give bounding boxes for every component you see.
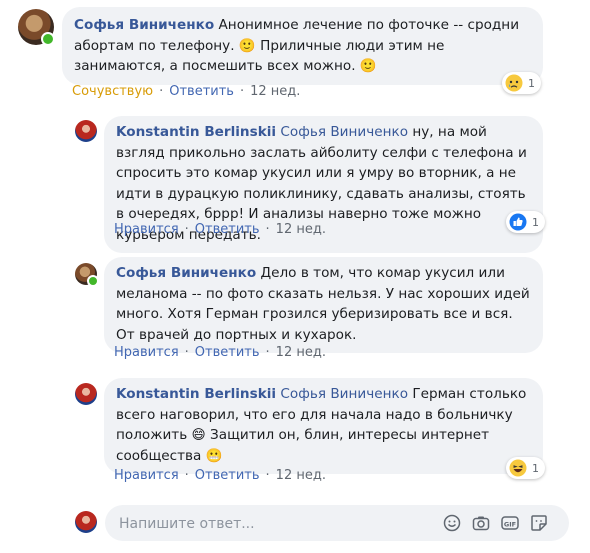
avatar xyxy=(75,511,97,533)
sad-reaction-icon xyxy=(505,74,523,92)
like-button[interactable]: Нравится xyxy=(114,345,179,360)
comment-author[interactable]: Софья Виниченко xyxy=(74,17,214,33)
svg-text:GIF: GIF xyxy=(504,520,516,528)
avatar[interactable] xyxy=(75,383,97,405)
comment-actions: Сочувствую · Ответить · 12 нед. xyxy=(72,84,301,99)
like-button[interactable]: Нравится xyxy=(114,222,179,237)
reply-button[interactable]: Ответить xyxy=(169,84,234,99)
comment-actions: Нравится · Ответить · 12 нед. xyxy=(114,345,326,360)
online-indicator xyxy=(87,275,99,287)
sticker-icon[interactable] xyxy=(530,514,548,532)
avatar[interactable] xyxy=(75,120,97,142)
comment-bubble: Софья Виниченко Анонимное лечение по фот… xyxy=(62,7,543,85)
reply-button[interactable]: Ответить xyxy=(195,345,260,360)
timestamp[interactable]: 12 нед. xyxy=(276,468,326,483)
reaction-count-value: 1 xyxy=(532,215,539,229)
haha-reaction-icon xyxy=(509,459,527,477)
comment-actions: Нравится · Ответить · 12 нед. xyxy=(114,468,326,483)
reaction-button[interactable]: Сочувствую xyxy=(72,84,153,99)
reaction-count-value: 1 xyxy=(532,461,539,475)
reply-input[interactable] xyxy=(117,511,421,537)
gif-icon[interactable]: GIF xyxy=(501,514,519,532)
mention-link[interactable]: Софья Виниченко xyxy=(280,124,408,140)
timestamp[interactable]: 12 нед. xyxy=(276,222,326,237)
comment-bubble: Софья Виниченко Дело в том, что комар ук… xyxy=(104,257,543,353)
emoji-icon[interactable] xyxy=(443,514,461,532)
reply-button[interactable]: Ответить xyxy=(195,468,260,483)
reaction-count[interactable]: 1 xyxy=(506,457,545,479)
timestamp[interactable]: 12 нед. xyxy=(250,84,300,99)
comment-actions: Нравится · Ответить · 12 нед. xyxy=(114,222,326,237)
mention-link[interactable]: Софья Виниченко xyxy=(280,386,408,402)
comment-author[interactable]: Konstantin Berlinskii xyxy=(116,386,276,402)
comment-author[interactable]: Софья Виниченко xyxy=(116,265,256,281)
online-indicator xyxy=(41,32,55,46)
reply-button[interactable]: Ответить xyxy=(195,222,260,237)
reaction-count-value: 1 xyxy=(528,76,535,90)
like-button[interactable]: Нравится xyxy=(114,468,179,483)
reaction-count[interactable]: 1 xyxy=(502,72,541,94)
comment-bubble: Konstantin Berlinskii Софья Виниченко Ге… xyxy=(104,378,543,474)
reaction-count[interactable]: 1 xyxy=(506,211,545,233)
timestamp[interactable]: 12 нед. xyxy=(276,345,326,360)
camera-icon[interactable] xyxy=(472,514,490,532)
reply-composer: GIF xyxy=(105,505,569,541)
comment-author[interactable]: Konstantin Berlinskii xyxy=(116,124,276,140)
like-reaction-icon xyxy=(509,213,527,231)
